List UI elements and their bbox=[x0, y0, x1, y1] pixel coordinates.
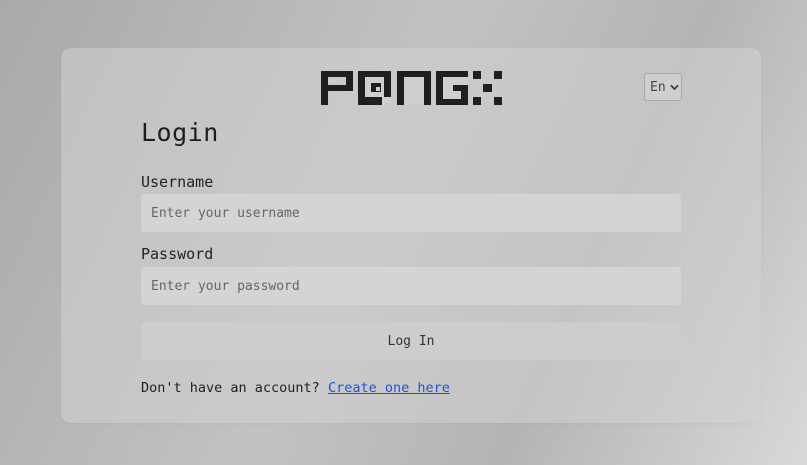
signup-prompt-text: Don't have an account? bbox=[141, 380, 320, 396]
language-select[interactable]: En bbox=[644, 73, 682, 101]
page-title: Login bbox=[141, 118, 219, 147]
language-selected: En bbox=[650, 79, 666, 95]
username-input[interactable] bbox=[141, 194, 681, 232]
password-input[interactable] bbox=[141, 267, 681, 305]
create-account-link[interactable]: Create one here bbox=[328, 380, 450, 396]
username-label: Username bbox=[141, 173, 214, 191]
pongx-logo bbox=[321, 71, 502, 105]
signup-prompt: Don't have an account? Create one here bbox=[141, 380, 450, 396]
login-button[interactable]: Log In bbox=[141, 322, 681, 360]
password-label: Password bbox=[141, 245, 214, 263]
login-card: En Login Username Password Log In Don't … bbox=[61, 48, 761, 423]
chevron-down-icon bbox=[670, 84, 679, 90]
